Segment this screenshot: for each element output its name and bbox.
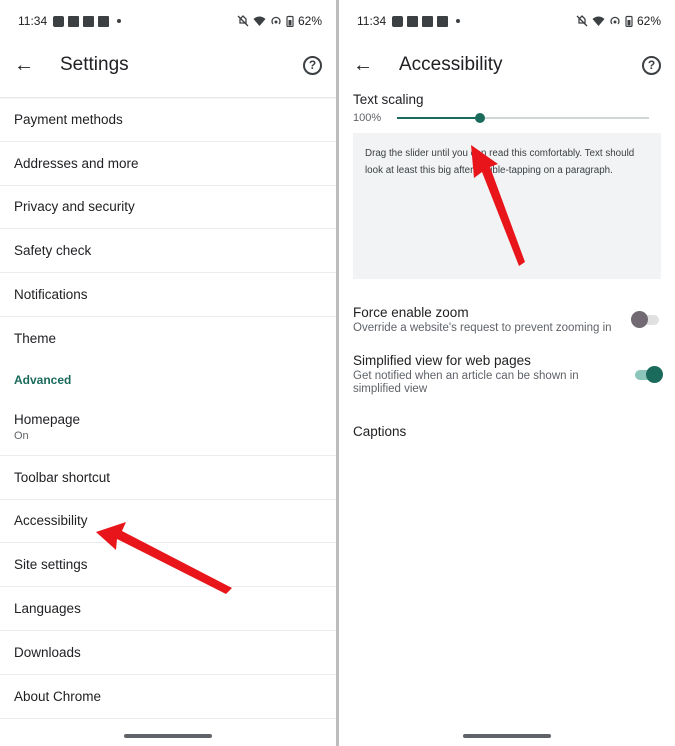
app-icon [422, 15, 434, 27]
list-item-privacy[interactable]: Privacy and security [0, 186, 336, 230]
list-item-safety-check[interactable]: Safety check [0, 229, 336, 274]
simplified-view-desc: Get notified when an article can be show… [353, 370, 579, 395]
page-title: Settings [60, 54, 129, 75]
captions-setting[interactable]: Captions [339, 424, 675, 439]
force-zoom-title: Force enable zoom [353, 305, 469, 320]
battery-level: 62% [636, 14, 661, 28]
news-icon [407, 15, 419, 27]
text-scaling-preview: Drag the slider until you can read this … [353, 133, 661, 279]
settings-screen: 11:34 62% ← Settings ? Payment methods A… [0, 0, 336, 746]
list-item-languages[interactable]: Languages [0, 587, 336, 631]
hotspot-icon [271, 16, 281, 25]
list-item-site-settings[interactable]: Site settings [0, 543, 336, 588]
wifi-icon [592, 16, 605, 26]
message-icon [392, 15, 404, 27]
gesture-nav-bar[interactable] [463, 734, 551, 738]
hotspot-icon [610, 16, 620, 25]
slider-fill [397, 117, 481, 119]
help-icon[interactable]: ? [303, 55, 322, 75]
toolbar-divider [0, 88, 336, 98]
list-item-accessibility[interactable]: Accessibility [0, 500, 336, 544]
list-item-downloads[interactable]: Downloads [0, 631, 336, 675]
simplified-view-title: Simplified view for web pages [353, 353, 531, 368]
battery-icon [286, 15, 294, 27]
status-bar: 11:34 62% [0, 0, 336, 42]
list-item-homepage[interactable]: Homepage On [0, 399, 336, 456]
toolbar: ← Accessibility ? [339, 42, 675, 88]
news-icon [68, 15, 80, 27]
force-zoom-desc: Override a website's request to prevent … [353, 322, 612, 334]
list-item-addresses[interactable]: Addresses and more [0, 142, 336, 186]
force-zoom-setting[interactable]: Force enable zoom Override a website's r… [339, 305, 675, 335]
text-scaling-slider[interactable] [397, 111, 649, 125]
section-header-advanced: Advanced [14, 372, 72, 387]
help-icon[interactable]: ? [642, 55, 661, 75]
force-zoom-toggle[interactable] [631, 310, 661, 330]
back-arrow-icon[interactable]: ← [353, 54, 373, 76]
mute-icon [576, 15, 588, 27]
text-scaling-value: 100% [353, 112, 382, 124]
slider-thumb[interactable] [475, 113, 486, 123]
page-title: Accessibility [399, 54, 503, 75]
battery-icon [625, 15, 633, 27]
gesture-nav-bar[interactable] [124, 734, 212, 738]
battery-level: 62% [297, 14, 322, 28]
gallery-icon [98, 15, 110, 27]
app-icon [83, 15, 95, 27]
status-time: 11:34 [357, 14, 387, 28]
simplified-view-setting[interactable]: Simplified view for web pages Get notifi… [339, 353, 675, 396]
captions-title: Captions [353, 424, 407, 439]
message-icon [53, 15, 65, 27]
settings-list: Payment methods Addresses and more Priva… [0, 98, 336, 719]
status-time: 11:34 [18, 14, 48, 28]
toolbar: ← Settings ? [0, 42, 336, 88]
more-notifications-icon [456, 19, 461, 23]
status-bar: 11:34 62% [339, 0, 675, 42]
wifi-icon [253, 16, 266, 26]
more-notifications-icon [117, 19, 122, 23]
list-item-toolbar-shortcut[interactable]: Toolbar shortcut [0, 456, 336, 500]
list-item-theme[interactable]: Theme [0, 317, 336, 361]
accessibility-screen: 11:34 62% ← Accessibility ? Text scaling… [339, 0, 675, 746]
list-item-about-chrome[interactable]: About Chrome [0, 675, 336, 719]
mute-icon [237, 15, 249, 27]
list-item-notifications[interactable]: Notifications [0, 273, 336, 317]
simplified-view-toggle[interactable] [633, 365, 663, 385]
list-item-payment-methods[interactable]: Payment methods [0, 98, 336, 142]
text-scaling-title: Text scaling [353, 92, 424, 107]
homepage-status: On [14, 429, 29, 442]
back-arrow-icon[interactable]: ← [14, 54, 34, 76]
gallery-icon [437, 15, 449, 27]
text-scaling-setting: Text scaling 100% [339, 88, 675, 125]
